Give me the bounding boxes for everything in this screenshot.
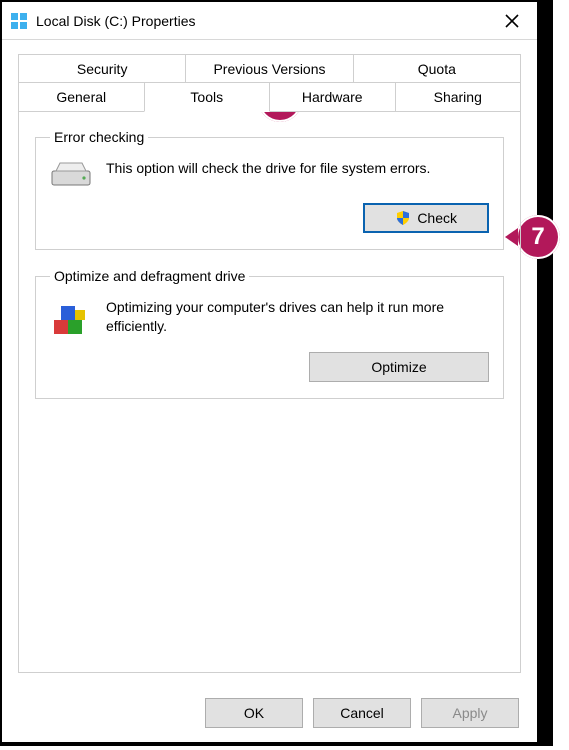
tab-label: General (56, 89, 106, 105)
group-optimize: Optimize and defragment drive Optimizing… (35, 268, 504, 399)
tab-strip: Security Previous Versions Quota General… (18, 54, 521, 112)
tab-label: Security (77, 61, 128, 77)
drive-icon (50, 159, 92, 191)
button-label: Apply (452, 705, 487, 721)
tab-hardware[interactable]: Hardware (269, 82, 396, 112)
optimize-button[interactable]: Optimize (309, 352, 489, 382)
group-legend: Error checking (50, 129, 148, 145)
tab-label: Previous Versions (213, 61, 325, 77)
dialog-content: Security Previous Versions Quota General… (2, 40, 537, 684)
tab-security[interactable]: Security (18, 54, 186, 84)
button-label: OK (244, 705, 264, 721)
tab-general[interactable]: General (18, 82, 145, 112)
cancel-button[interactable]: Cancel (313, 698, 411, 728)
button-label: Cancel (340, 705, 384, 721)
shield-icon (395, 210, 411, 226)
tab-row-front: General Tools Hardware Sharing (18, 82, 521, 112)
tab-panel-tools: Error checking This option will check th… (18, 111, 521, 673)
titlebar: Local Disk (C:) Properties (2, 2, 537, 40)
close-button[interactable] (489, 2, 535, 39)
tab-sharing[interactable]: Sharing (395, 82, 522, 112)
close-icon (505, 14, 519, 28)
properties-dialog: Local Disk (C:) Properties Security Prev… (0, 0, 553, 746)
group-legend: Optimize and defragment drive (50, 268, 249, 284)
window-title: Local Disk (C:) Properties (36, 13, 489, 29)
error-checking-description: This option will check the drive for fil… (106, 159, 489, 178)
optimize-button-label: Optimize (371, 359, 426, 375)
tab-label: Tools (190, 89, 223, 105)
dialog-button-row: OK Cancel Apply (205, 698, 519, 728)
tab-label: Quota (418, 61, 456, 77)
group-error-checking: Error checking This option will check th… (35, 129, 504, 250)
check-button-label: Check (417, 210, 457, 226)
tab-row-back: Security Previous Versions Quota (18, 54, 521, 84)
ok-button[interactable]: OK (205, 698, 303, 728)
tab-previous-versions[interactable]: Previous Versions (185, 54, 353, 84)
tab-tools[interactable]: Tools (144, 82, 271, 112)
tab-label: Sharing (434, 89, 482, 105)
tab-quota[interactable]: Quota (353, 54, 521, 84)
optimize-description: Optimizing your computer's drives can he… (106, 298, 489, 336)
apply-button[interactable]: Apply (421, 698, 519, 728)
defrag-icon (50, 298, 92, 340)
drive-app-icon (10, 12, 28, 30)
tab-label: Hardware (302, 89, 363, 105)
check-button[interactable]: Check (363, 203, 489, 233)
